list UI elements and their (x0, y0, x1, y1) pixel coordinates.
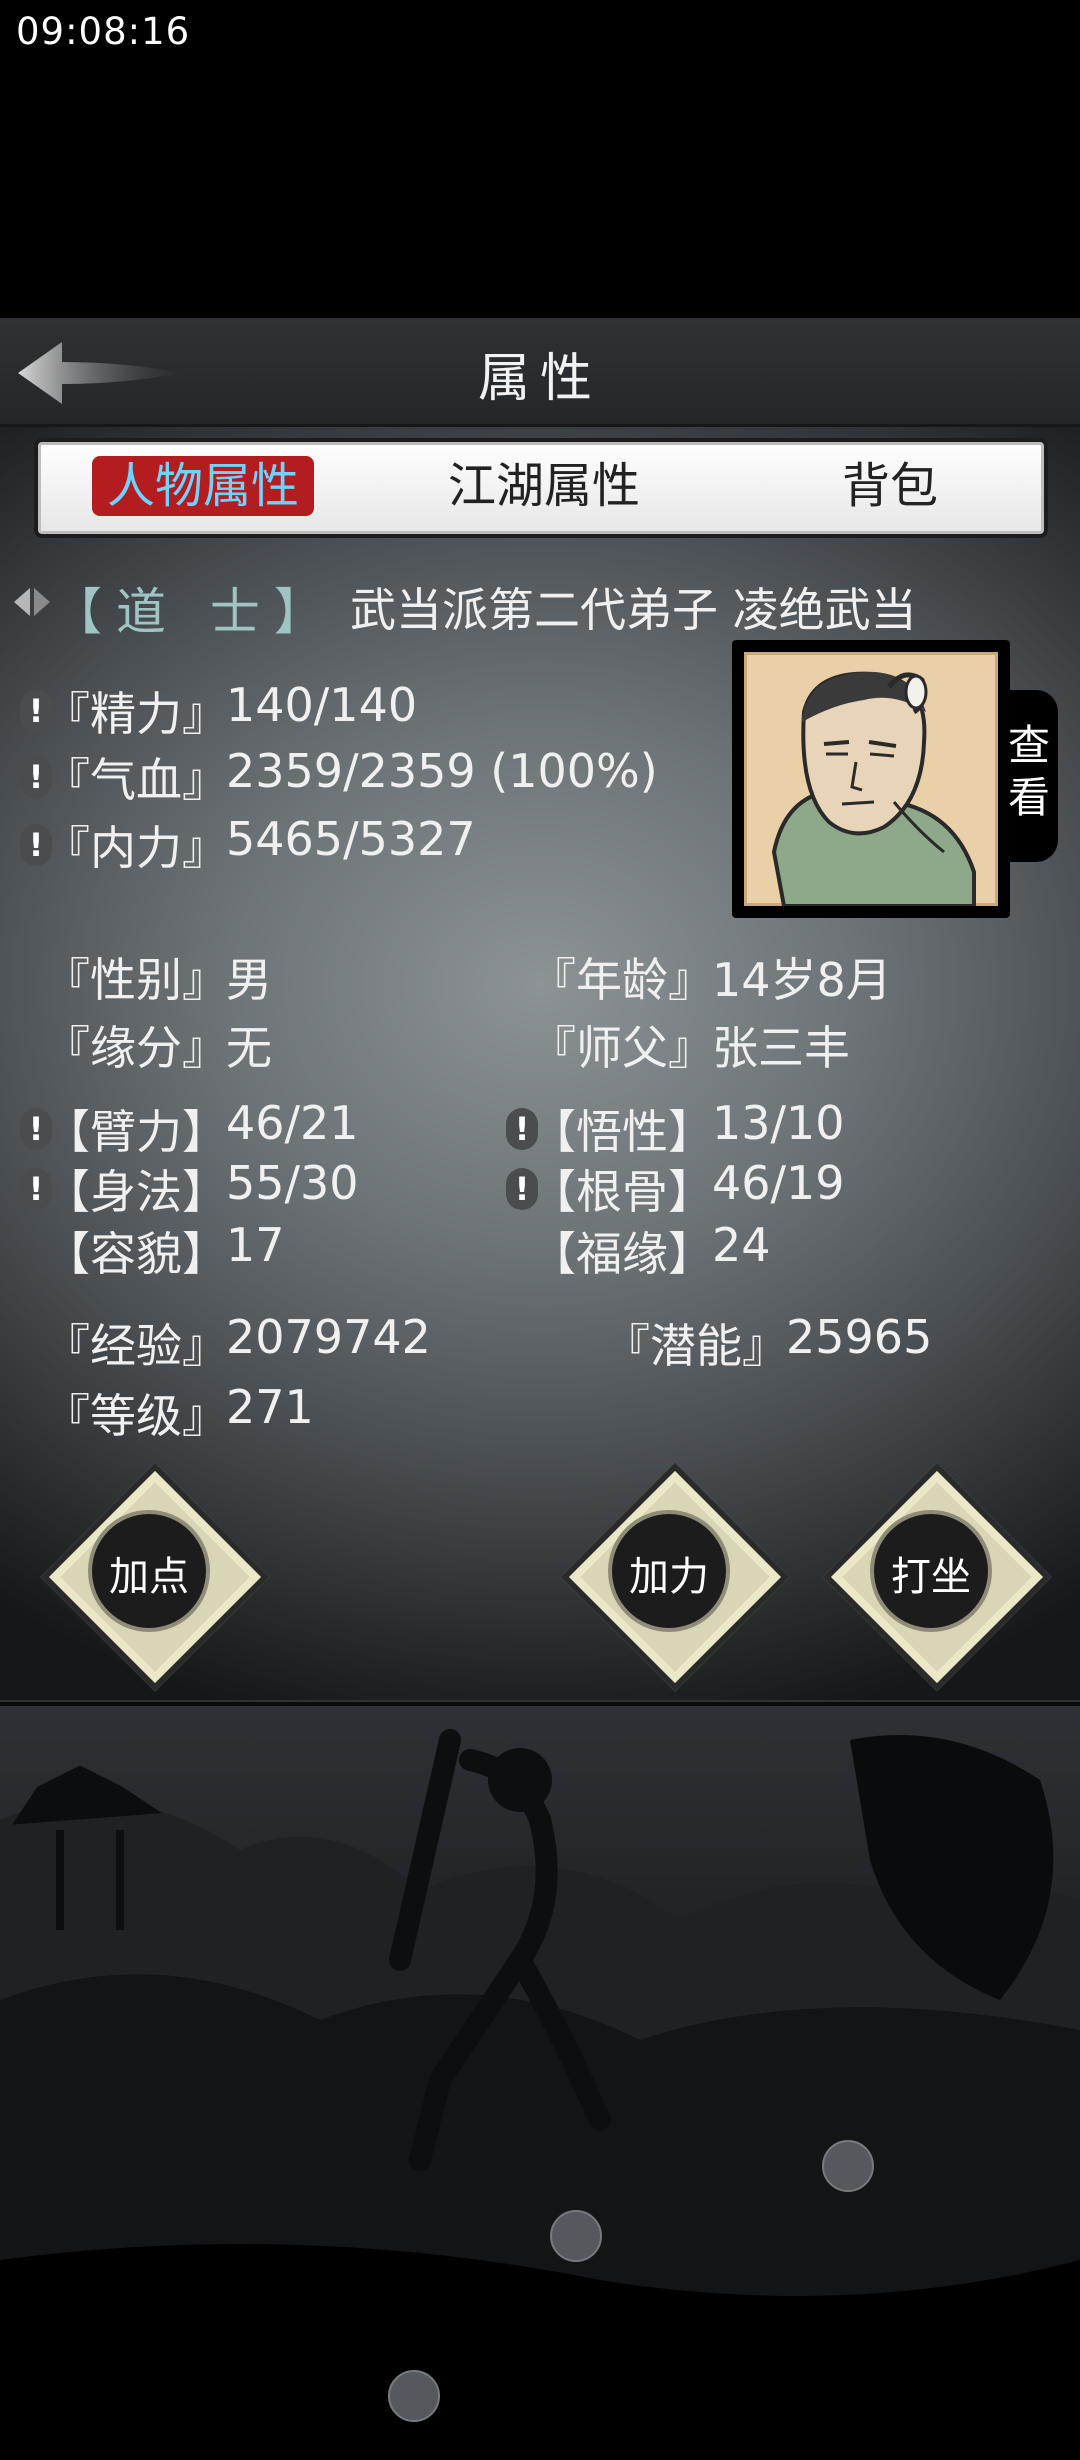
tab-backpack[interactable]: 背包 (820, 456, 960, 516)
view-button[interactable]: 查看 (1000, 690, 1058, 862)
appearance-value: 17 (226, 1218, 285, 1272)
game-screen: 09:08:16 属性 人物属性 江湖属性 背包 【道 士】 武当派第二代弟子 … (0, 0, 1080, 2460)
vital-value-energy: 140/140 (226, 678, 418, 732)
add-force-label: 加力 (629, 1554, 709, 1600)
level-label: 『等级』 (44, 1389, 228, 1443)
age-label: 『年龄』 (530, 953, 714, 1007)
strength-label: 【臂力】 (44, 1105, 228, 1159)
luck-value: 24 (712, 1218, 771, 1272)
joystick-dot[interactable] (822, 2140, 874, 2192)
sect-title: 武当派第二代弟子 凌绝武当 (350, 583, 917, 637)
meditate-label: 打坐 (891, 1554, 971, 1600)
rank-title: 【道 士】 (52, 583, 338, 641)
age-value: 14岁8月 (712, 953, 892, 1007)
switch-arrows-icon[interactable] (12, 584, 52, 620)
experience-value: 2079742 (226, 1310, 431, 1364)
fate-value: 无 (226, 1021, 272, 1075)
agility-value: 55/30 (226, 1156, 359, 1210)
tab-jianghu-attributes[interactable]: 江湖属性 (424, 456, 664, 516)
meditate-button[interactable]: 打坐 (822, 1462, 1052, 1692)
add-force-button[interactable]: 加力 (560, 1462, 790, 1692)
vital-label-energy: 『精力』 (44, 687, 228, 741)
add-points-button[interactable]: 加点 (40, 1462, 270, 1692)
agility-label: 【身法】 (44, 1165, 228, 1219)
add-points-label: 加点 (109, 1554, 189, 1600)
vital-label-health: 『气血』 (44, 753, 228, 807)
tab-bar: 人物属性 江湖属性 背包 (34, 438, 1048, 538)
character-portrait[interactable] (744, 652, 998, 906)
fate-label: 『缘分』 (44, 1021, 228, 1075)
vital-label-internal-force: 『内力』 (44, 821, 228, 875)
potential-value: 25965 (786, 1310, 933, 1364)
constitution-label: 【根骨】 (530, 1165, 714, 1219)
potential-label: 『潜能』 (604, 1319, 788, 1373)
luck-label: 【福缘】 (530, 1227, 714, 1281)
page-title: 属性 (477, 349, 602, 409)
ink-scenery-background (0, 1700, 1080, 2460)
experience-label: 『经验』 (44, 1319, 228, 1373)
constitution-value: 46/19 (712, 1156, 845, 1210)
comprehension-value: 13/10 (712, 1096, 845, 1150)
comprehension-label: 【悟性】 (530, 1105, 714, 1159)
appearance-label: 【容貌】 (44, 1227, 228, 1281)
vital-value-internal-force: 5465/5327 (226, 812, 476, 866)
master-label: 『师父』 (530, 1021, 714, 1075)
gender-label: 『性别』 (44, 953, 228, 1007)
strength-value: 46/21 (226, 1096, 359, 1150)
level-value: 271 (226, 1380, 314, 1434)
vital-value-health: 2359/2359 (100%) (226, 744, 658, 798)
joystick-dot[interactable] (388, 2370, 440, 2422)
gender-value: 男 (226, 953, 272, 1007)
tab-character-attributes[interactable]: 人物属性 (92, 456, 314, 516)
master-value: 张三丰 (712, 1021, 850, 1075)
status-time: 09:08:16 (16, 10, 191, 53)
joystick-dot[interactable] (550, 2210, 602, 2262)
